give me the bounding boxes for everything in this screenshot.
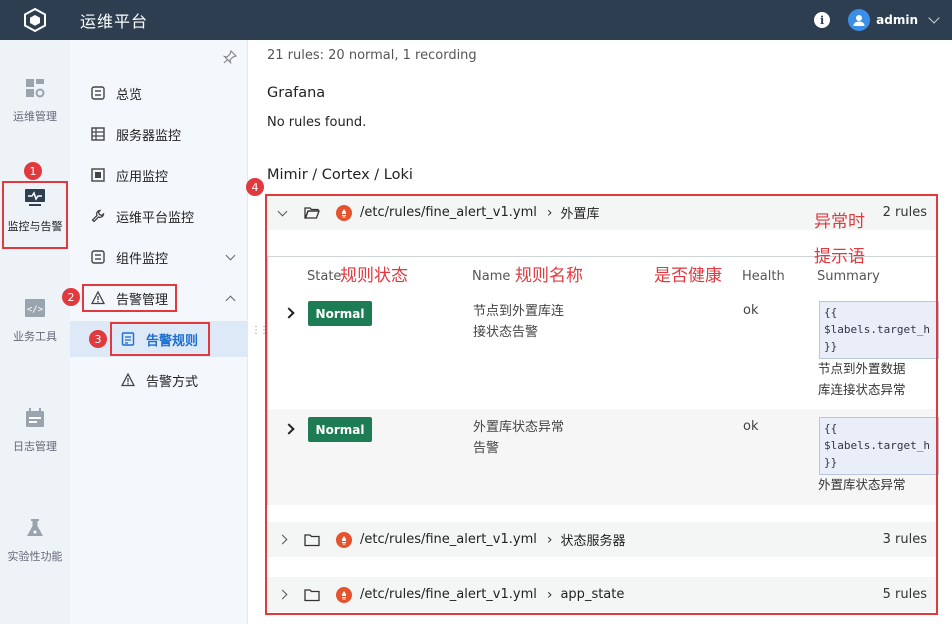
nav-item-overview[interactable]: 总览 <box>70 75 248 111</box>
rail-label: 实验性功能 <box>7 550 63 563</box>
annotation-name: 规则名称 <box>515 266 583 286</box>
nav-label: 运维平台监控 <box>116 210 195 226</box>
top-bar: 运维平台 i admin <box>0 0 952 40</box>
rail-item-logs[interactable]: 日志管理 <box>0 408 70 454</box>
annotation-summary-2: 提示语 <box>814 247 865 267</box>
app-icon <box>90 167 106 183</box>
rail-item-lab[interactable]: 实验性功能 <box>0 518 70 564</box>
calendar-icon <box>26 408 44 427</box>
code-icon: </> <box>25 299 45 317</box>
dashboard-icon <box>26 79 45 98</box>
rules-summary: 21 rules: 20 normal, 1 recording <box>267 48 477 63</box>
nav-item-platform[interactable]: 运维平台监控 <box>70 198 248 234</box>
annotation-badge: 1 <box>24 162 42 180</box>
nav-label: 告警方式 <box>146 374 199 390</box>
chevron-down-icon <box>225 250 236 261</box>
annotation-health: 是否健康 <box>654 266 722 286</box>
annotation-summary-1: 异常时 <box>814 212 865 232</box>
flask-icon <box>27 519 43 536</box>
nav-label: 总览 <box>116 87 143 103</box>
annotation-box-monitor <box>2 181 68 249</box>
annotation-box-alert-mgmt <box>82 284 177 312</box>
server-icon <box>90 126 106 142</box>
nav-item-component[interactable]: 组件监控 <box>70 239 248 275</box>
rail-label: 运维管理 <box>13 110 57 123</box>
user-name: admin <box>876 13 918 27</box>
wrench-icon <box>90 208 106 224</box>
annotation-badge: 3 <box>89 330 107 348</box>
annotation-box-alert-rules <box>110 322 210 356</box>
overview-icon <box>90 85 106 101</box>
nav-label: 组件监控 <box>116 251 169 267</box>
nav-label: 应用监控 <box>116 169 169 185</box>
chevron-down-icon <box>928 12 940 24</box>
chevron-up-icon <box>225 295 236 306</box>
annotation-badge: 4 <box>246 178 264 196</box>
annotation-state: 规则状态 <box>340 266 408 286</box>
svg-text:</>: </> <box>27 305 44 315</box>
logo-icon[interactable] <box>0 0 70 40</box>
primary-rail: 运维管理 监控与告警 </> 业务工具 日志管理 实验性功能 <box>0 40 70 624</box>
nav-item-server[interactable]: 服务器监控 <box>70 116 248 152</box>
rail-label: 业务工具 <box>13 330 57 343</box>
avatar <box>848 9 871 31</box>
nav-label: 服务器监控 <box>116 128 182 144</box>
rail-label: 日志管理 <box>13 440 57 453</box>
grafana-empty: No rules found. <box>267 115 367 130</box>
user-menu[interactable]: admin <box>848 9 940 31</box>
rail-item-ops[interactable]: 运维管理 <box>0 78 70 124</box>
info-icon[interactable]: i <box>814 12 831 28</box>
annotation-badge: 2 <box>62 288 80 306</box>
mimir-title: Mimir / Cortex / Loki <box>267 167 413 183</box>
alert-method-icon <box>120 372 136 388</box>
app-title: 运维平台 <box>80 12 149 31</box>
grafana-title: Grafana <box>267 85 326 101</box>
nav-item-alert-method[interactable]: 告警方式 <box>70 362 248 398</box>
component-icon <box>90 249 106 265</box>
nav-item-app[interactable]: 应用监控 <box>70 157 248 193</box>
pin-icon[interactable] <box>222 49 238 68</box>
rail-item-tools[interactable]: </> 业务工具 <box>0 298 70 344</box>
